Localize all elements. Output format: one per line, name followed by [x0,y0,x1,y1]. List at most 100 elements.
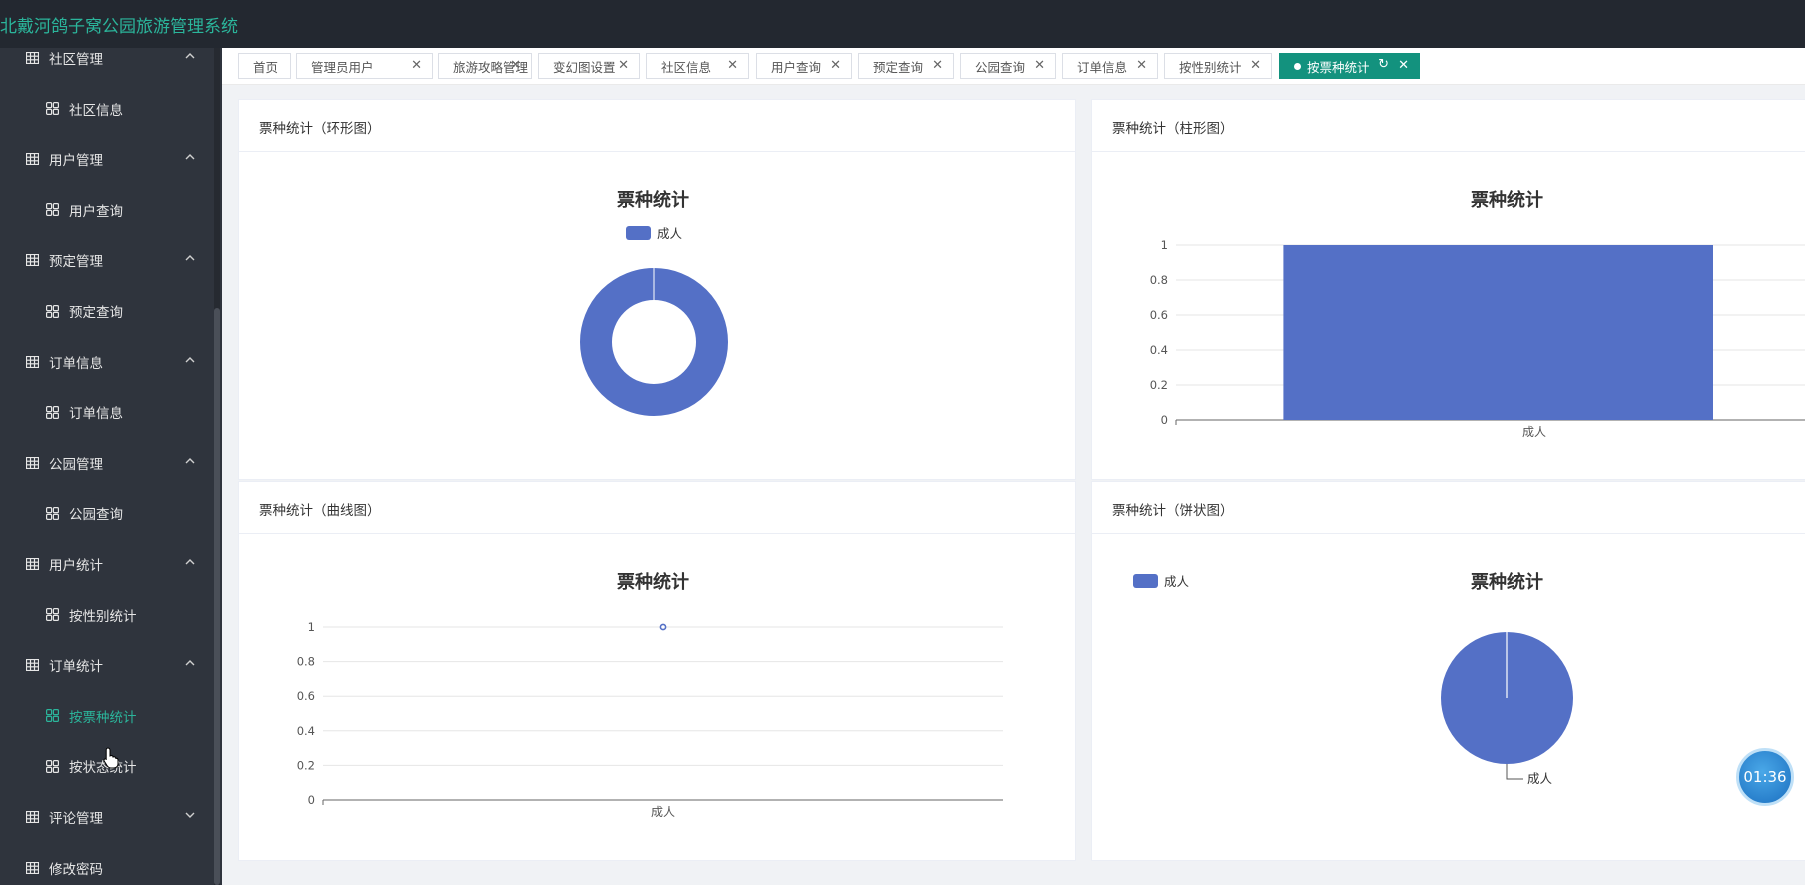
y-tick-label: 0.8 [297,655,315,669]
sidebar-item-label: 公园管理 [49,456,103,473]
sidebar-item-label: 订单信息 [69,406,123,423]
y-tick-label: 0.2 [297,758,315,772]
sidebar-item-group-4[interactable]: 预定管理 [0,238,214,282]
sidebar-item-group-0[interactable]: 社区管理 [0,48,214,80]
line-point[interactable] [659,623,667,631]
grid-icon [26,811,39,823]
tab-label: 用户查询 [771,59,822,75]
sidebar-item-11[interactable]: 按性别统计 [0,593,214,637]
tab-4[interactable]: 社区信息 ✕ [646,53,749,79]
chart-title: 票种统计 [617,190,689,211]
y-tick-label: 0.4 [1150,343,1168,357]
sidebar-scrollbar-thumb[interactable] [214,308,220,885]
chart-title: 票种统计 [1471,572,1543,593]
card-header: 票种统计（环形图） [239,100,1075,152]
y-tick-label: 0.6 [297,689,315,703]
card-title: 票种统计（饼状图） [1112,503,1234,519]
tab-label: 变幻图设置 [553,59,616,75]
sidebar-item-label: 按票种统计 [69,709,137,726]
chevron-down-icon[interactable] [184,809,196,821]
sidebar-item-group-8[interactable]: 公园管理 [0,441,214,485]
close-icon[interactable]: ✕ [932,58,943,73]
tab-label: 首页 [253,59,279,75]
legend-swatch [626,225,651,240]
apps-icon [46,203,59,217]
sidebar-item-group-12[interactable]: 订单统计 [0,643,214,687]
slice-label: 成人 [1527,771,1553,786]
sidebar-item-label: 按性别统计 [69,608,137,625]
timer-badge[interactable]: 01:36 [1736,748,1794,806]
active-dot-icon [1294,62,1301,70]
chevron-up-icon[interactable] [184,50,196,62]
chevron-up-icon[interactable] [184,252,196,264]
apps-icon [46,709,59,723]
sidebar-item-group-16[interactable]: 修改密码 [0,846,214,885]
hand-cursor-icon [103,747,119,769]
bar[interactable] [1283,245,1713,420]
tab-0[interactable]: 首页 [238,53,291,79]
close-icon[interactable]: ✕ [1250,58,1261,73]
chevron-up-icon[interactable] [184,556,196,568]
close-icon[interactable]: ✕ [1136,58,1147,73]
sidebar-item-group-15[interactable]: 评论管理 [0,795,214,839]
bar-chart: 0 0.2 0.4 0.6 0.8 1 成人 [1150,238,1805,439]
tab-2[interactable]: 旅游攻略管理 ✕ [438,53,532,79]
sidebar-item-label: 预定查询 [69,305,123,321]
sidebar-item-7[interactable]: 订单信息 [0,390,214,434]
x-tick-label: 成人 [1522,425,1546,439]
close-icon[interactable]: ✕ [1398,58,1409,73]
tab-7[interactable]: 公园查询 ✕ [960,53,1056,79]
y-tick-label: 1 [308,620,315,634]
sidebar-item-label: 评论管理 [49,811,103,827]
apps-icon [46,304,59,318]
tab-9[interactable]: 按性别统计 ✕ [1164,53,1272,79]
close-icon[interactable]: ✕ [1034,58,1045,73]
sidebar-item-3[interactable]: 用户查询 [0,188,214,232]
tab-label: 预定查询 [873,59,924,75]
sidebar-item-label: 订单统计 [49,659,103,676]
sidebar-item-9[interactable]: 公园查询 [0,491,214,535]
sidebar-item-label: 公园查询 [69,507,123,524]
sidebar-item-1[interactable]: 社区信息 [0,87,214,131]
sidebar-item-label: 用户统计 [49,558,103,574]
sidebar-item-group-10[interactable]: 用户统计 [0,542,214,586]
donut-slice[interactable] [580,268,728,416]
close-icon[interactable]: ✕ [411,58,422,73]
tab-1[interactable]: 管理员用户 ✕ [296,53,433,79]
sidebar-item-group-6[interactable]: 订单信息 [0,340,214,384]
sidebar-item-group-2[interactable]: 用户管理 [0,137,214,181]
sidebar-item-5[interactable]: 预定查询 [0,289,214,333]
top-header: 北戴河鸽子窝公园旅游管理系统 [0,0,1805,48]
apps-icon [46,608,59,622]
tab-6[interactable]: 预定查询 ✕ [858,53,954,79]
tab-label: 按票种统计 [1307,59,1370,75]
chevron-up-icon[interactable] [184,455,196,467]
x-tick-label: 成人 [651,805,675,819]
sidebar-item-13[interactable]: 按票种统计 [0,694,214,738]
chevron-up-icon[interactable] [184,657,196,669]
donut-chart [580,268,728,416]
pie-slice[interactable] [1441,632,1573,764]
tab-3[interactable]: 变幻图设置 ✕ [538,53,640,79]
y-tick-label: 0.2 [1150,378,1168,392]
tab-8[interactable]: 订单信息 ✕ [1062,53,1158,79]
tab-label: 按性别统计 [1179,59,1242,75]
close-icon[interactable]: ✕ [830,58,841,73]
close-icon[interactable]: ✕ [727,58,738,73]
card-header: 票种统计（饼状图） [1092,482,1805,534]
tab-5[interactable]: 用户查询 ✕ [756,53,852,79]
chevron-up-icon[interactable] [184,354,196,366]
close-icon[interactable]: ✕ [510,58,521,73]
app-title: 北戴河鸽子窝公园旅游管理系统 [0,17,238,37]
tab-10[interactable]: 按票种统计 ↻ ✕ [1279,53,1420,79]
reload-icon[interactable]: ↻ [1378,57,1389,72]
grid-icon [26,153,39,166]
grid-icon [26,355,39,368]
chart-legend[interactable]: 成人 [626,223,682,242]
apps-icon [46,759,59,773]
chevron-up-icon[interactable] [184,151,196,163]
close-icon[interactable]: ✕ [618,58,629,73]
legend-swatch [1133,573,1158,588]
chart-legend[interactable]: 成人 [1133,571,1189,590]
grid-icon [26,456,39,469]
